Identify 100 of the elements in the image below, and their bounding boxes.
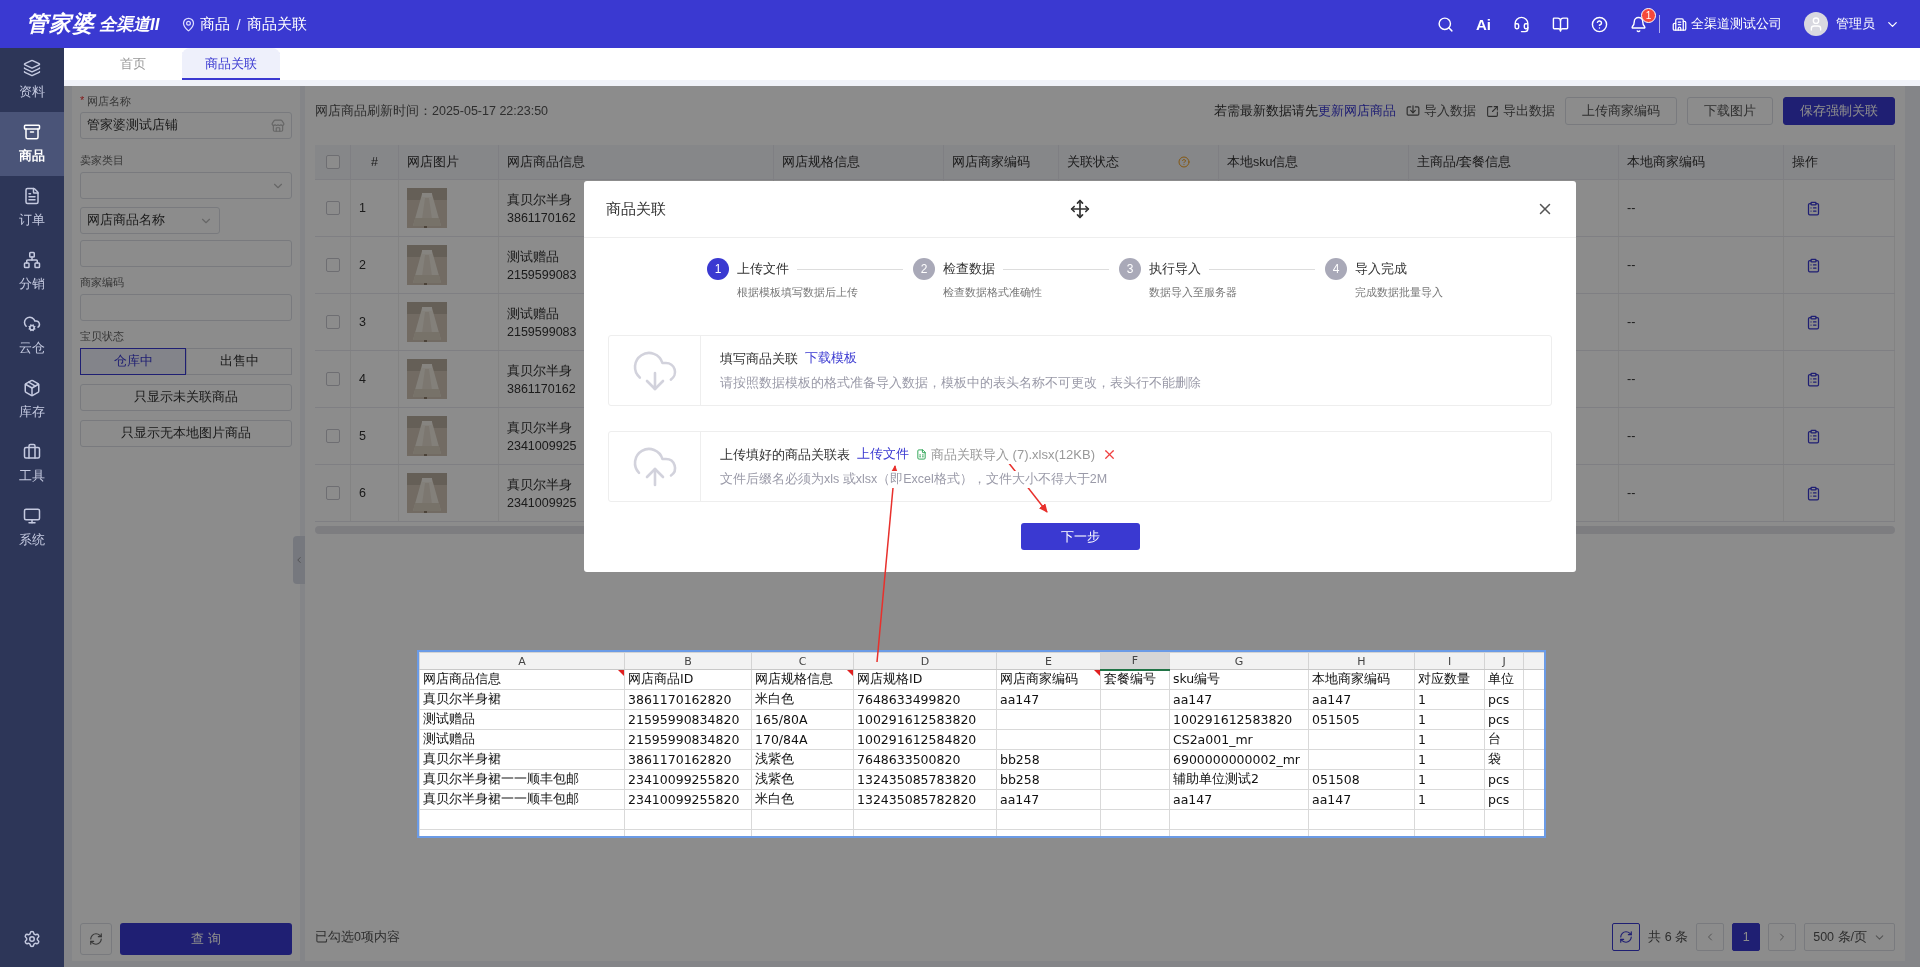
user-avatar[interactable] [1804,12,1828,36]
filter-button[interactable]: 只显示无本地图片商品 [80,420,292,447]
column-letter: H [1308,652,1415,670]
page-button[interactable]: 1 [1732,923,1761,951]
download-link[interactable]: 下载模板 [805,350,857,367]
ai-button[interactable]: Ai [1476,15,1491,33]
update-link[interactable]: 更新网店商品 [1318,102,1396,120]
sheet-cell: aa147 [1312,792,1352,807]
checkbox[interactable] [325,429,340,443]
sidebar-item[interactable]: 商品 [0,112,64,176]
sidebar-item[interactable]: 工具 [0,432,64,496]
query-button[interactable]: 查 询 [120,923,292,955]
checkbox[interactable] [325,315,340,329]
column-letter: I [1414,652,1485,670]
refresh-button[interactable] [1612,923,1641,951]
sidebar-item[interactable]: 资料 [0,48,64,112]
page-size-select[interactable]: 500 条/页 [1804,923,1895,951]
sheet-cell: 1 [1418,772,1426,787]
clipboard-icon[interactable] [1806,200,1821,216]
step-title: 上传文件 [737,260,789,278]
sheet-cell: 132435085783820 [857,772,977,787]
person-icon [1808,16,1824,32]
column-letter: J [1484,652,1524,670]
sheet-cell: aa147 [1173,792,1213,807]
sheet-cell: pcs [1488,712,1510,727]
table-cell: -- [1627,486,1636,500]
sidebar-item[interactable]: 库存 [0,368,64,432]
field-label: 宝贝状态 [80,329,125,344]
search-type-select[interactable]: 网店商品名称 [80,207,220,234]
product-id: 2341009925 [507,438,577,453]
toolbar-button[interactable]: 上传商家编码 [1565,97,1677,125]
sheet-cell: pcs [1488,692,1510,707]
step-number: 2 [913,258,935,280]
step-number: 1 [707,258,729,280]
status-option[interactable]: 仓库中 [80,348,186,375]
upload-link[interactable]: 上传文件 [857,446,909,463]
checkbox[interactable] [325,372,340,386]
breadcrumb-item[interactable]: 商品 [200,14,231,34]
sheet-cell: 网店商品信息 [423,671,501,686]
sheet-cell: 100291612584820 [857,732,977,747]
sidebar-item[interactable]: 系统 [0,496,64,560]
sheet-cell: 23410099255820 [628,792,740,807]
toolbar-link[interactable]: 导出数据 [1486,102,1555,120]
shop-select[interactable]: 管家婆测试店铺 [80,112,292,139]
sheet-cell: 网店商品ID [628,671,694,686]
move-icon[interactable] [1070,199,1090,219]
breadcrumb-item[interactable]: 商品关联 [246,14,307,34]
book-icon[interactable] [1552,15,1569,33]
collapse-handle[interactable] [293,536,305,584]
monitor-icon [23,507,41,525]
status-option[interactable]: 出售中 [186,348,292,375]
table-cell: -- [1627,315,1636,329]
refresh-icon [89,932,103,946]
sidebar-item[interactable]: 云仓 [0,304,64,368]
sheet-cell: bb258 [1000,752,1040,767]
sheet-cell: 真贝尔半身裙一一顺丰包邮 [423,771,579,786]
settings-icon[interactable] [23,930,41,948]
column-header: # [351,145,399,179]
next-button[interactable]: 下一步 [1020,523,1140,550]
sidebar-item[interactable]: 分销 [0,240,64,304]
clipboard-icon[interactable] [1806,371,1821,387]
filter-button[interactable]: 只显示未关联商品 [80,384,292,411]
sheet-cell: bb258 [1000,772,1040,787]
clipboard-icon[interactable] [1806,314,1821,330]
sheet-cell: sku编号 [1173,671,1221,686]
sheet-cell: 165/80A [755,712,808,727]
bell-icon[interactable] [1630,15,1647,33]
column-letter: D [853,652,997,670]
checkbox[interactable] [325,258,340,272]
column-letter: B [624,652,752,670]
column-header: 网店商品信息 [499,145,774,179]
sidebar-item[interactable]: 订单 [0,176,64,240]
headset-icon[interactable] [1513,15,1530,33]
field-label: 网店名称 [87,94,132,109]
toolbox-icon [23,443,41,461]
sheet-cell: 21595990834820 [628,712,740,727]
total-count: 共 6 条 [1648,928,1689,946]
checkbox[interactable] [325,155,340,169]
clipboard-icon[interactable] [1806,485,1821,501]
checkbox[interactable] [325,486,340,500]
toolbar-button[interactable]: 保存强制关联 [1783,97,1895,125]
sheet-cell: aa147 [1173,692,1213,707]
search-icon[interactable] [1437,15,1454,33]
sheet-cell: 袋 [1488,751,1501,766]
toolbar-link[interactable]: 导入数据 [1406,102,1476,120]
field-label: 商家编码 [80,275,125,290]
column-header: 网店商家编码 [944,145,1059,179]
sheet-cell: 网店规格信息 [755,671,833,686]
clipboard-icon[interactable] [1806,257,1821,273]
logo-subtitle: 全渠道II [99,13,160,36]
company-name[interactable]: 全渠道测试公司 [1691,15,1782,33]
dialog-title: 商品关联 [606,199,666,219]
toolbar-button[interactable]: 下载图片 [1687,97,1773,125]
tab[interactable]: 商品关联 [182,48,280,80]
column-header: 网店图片 [399,145,499,179]
checkbox[interactable] [325,201,340,215]
column-header: 关联状态 [1067,153,1119,171]
clipboard-icon[interactable] [1806,428,1821,444]
product-id: 3861170162 [507,210,576,225]
user-name[interactable]: 管理员 [1836,15,1875,33]
